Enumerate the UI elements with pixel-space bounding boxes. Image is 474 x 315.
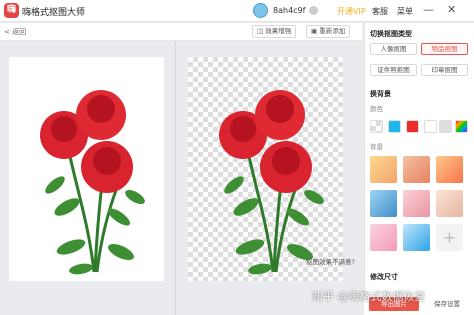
- bg-template-8[interactable]: [403, 224, 430, 251]
- bg-template-4[interactable]: [370, 190, 397, 217]
- result-image-pane: [188, 57, 343, 281]
- settings-panel: 切换抠图类型 人像抠图 物品抠图 证件照抠图 印章抠图 换背景 颜色 背景 + …: [364, 23, 474, 315]
- vip-button[interactable]: 开通VIP: [337, 6, 366, 17]
- color-picker-icon[interactable]: [455, 120, 468, 133]
- image-icon: ▣: [311, 27, 320, 35]
- close-button[interactable]: ✕: [447, 3, 456, 17]
- add-background-icon[interactable]: +: [436, 224, 463, 251]
- bg-template-2[interactable]: [403, 156, 430, 183]
- bg-template-7[interactable]: [370, 224, 397, 251]
- color-swatch-blue[interactable]: [388, 120, 401, 133]
- transparent-swatch[interactable]: [370, 120, 383, 133]
- app-logo: 嗨: [4, 3, 19, 18]
- feedback-link[interactable]: 抠图效果不满意?: [306, 256, 355, 266]
- original-rose-image: [40, 90, 145, 275]
- preview-canvas: [0, 42, 362, 315]
- app-title: 嗨格式抠图大师: [22, 8, 86, 18]
- support-button[interactable]: 客服: [372, 6, 388, 17]
- cutout-seal-button[interactable]: 印章抠图: [421, 64, 468, 76]
- background-label: 背景: [370, 143, 383, 151]
- editor-toolbar: < 返回 ◫ 效果增强 ▣ 重新添加: [0, 23, 362, 41]
- color-swatch-white[interactable]: [424, 120, 437, 133]
- color-label: 颜色: [370, 105, 383, 113]
- bg-template-5[interactable]: [403, 190, 430, 217]
- watermark-text: 知乎 @嗨格式数据恢复: [312, 290, 426, 303]
- background-section-title: 换背景: [370, 90, 391, 98]
- readd-label: 重新添加: [319, 27, 346, 35]
- cutout-type-title: 切换抠图类型: [370, 30, 412, 38]
- enhance-button[interactable]: ◫ 效果增强: [252, 25, 297, 38]
- cutout-id-photo-button[interactable]: 证件照抠图: [370, 64, 417, 76]
- username[interactable]: 8ah4c9f: [273, 6, 305, 15]
- color-swatch-gray[interactable]: [439, 120, 452, 133]
- color-swatch-red[interactable]: [406, 120, 419, 133]
- bg-template-3[interactable]: [436, 156, 463, 183]
- minimize-button[interactable]: —: [423, 3, 434, 17]
- resize-section-title: 修改尺寸: [370, 273, 398, 281]
- cutout-portrait-button[interactable]: 人像抠图: [370, 43, 417, 55]
- compare-divider[interactable]: [175, 42, 176, 315]
- bg-template-1[interactable]: [370, 156, 397, 183]
- readd-button[interactable]: ▣ 重新添加: [306, 25, 351, 38]
- original-image-pane: [9, 57, 164, 281]
- avatar[interactable]: [253, 3, 268, 18]
- enhance-icon: ◫: [257, 27, 266, 35]
- enhance-label: 效果增强: [265, 27, 292, 35]
- cutout-rose-image: [219, 90, 324, 275]
- bg-template-6[interactable]: [436, 190, 463, 217]
- title-bar: 嗨 嗨格式抠图大师 8ah4c9f 开通VIP 客服 菜单 — ✕: [0, 0, 474, 22]
- back-button[interactable]: < 返回: [4, 27, 26, 37]
- menu-button[interactable]: 菜单: [397, 6, 413, 17]
- vip-badge-icon: [309, 6, 318, 15]
- cutout-object-button[interactable]: 物品抠图: [421, 43, 468, 55]
- keep-settings-button[interactable]: 保存设置: [424, 297, 470, 311]
